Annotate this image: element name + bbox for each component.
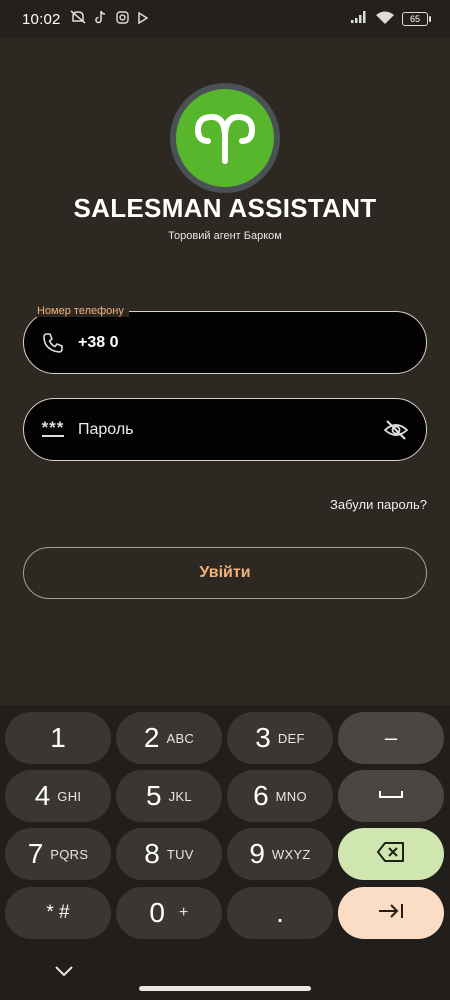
mute-icon xyxy=(70,10,86,28)
key-space[interactable] xyxy=(338,770,444,822)
play-icon xyxy=(137,11,148,28)
wifi-icon xyxy=(375,10,395,29)
tiktok-icon xyxy=(94,10,107,28)
battery-icon: 65 xyxy=(402,12,431,26)
key-dot[interactable]: . xyxy=(227,887,333,939)
app-title: SALESMAN ASSISTANT xyxy=(73,193,377,223)
backspace-icon xyxy=(376,841,406,868)
key-0[interactable]: 0 + xyxy=(116,887,222,939)
key-7[interactable]: 7 PQRS xyxy=(5,828,111,880)
app-subtitle: Торовий агент Барком xyxy=(168,230,282,242)
battery-level: 65 xyxy=(409,14,420,24)
key-2[interactable]: 2 ABC xyxy=(116,712,222,764)
phone-input[interactable] xyxy=(78,333,410,352)
status-bar: 10:02 65 xyxy=(0,0,450,38)
key-backspace[interactable] xyxy=(338,828,444,880)
key-3[interactable]: 3 DEF xyxy=(227,712,333,764)
eye-off-icon[interactable] xyxy=(382,416,410,444)
instagram-icon xyxy=(115,10,129,28)
key-6[interactable]: 6 MNO xyxy=(227,770,333,822)
app-logo xyxy=(170,83,280,193)
key-star-hash[interactable]: * # xyxy=(5,887,111,939)
login-button[interactable]: Увійти xyxy=(23,547,427,599)
key-minus[interactable]: – xyxy=(338,712,444,764)
next-icon xyxy=(377,902,405,925)
password-dots: *** xyxy=(41,418,65,437)
key-next[interactable] xyxy=(338,887,444,939)
password-icon: *** xyxy=(40,417,66,443)
key-9[interactable]: 9 WXYZ xyxy=(227,828,333,880)
signal-icon xyxy=(350,10,368,28)
key-8[interactable]: 8 TUV xyxy=(116,828,222,880)
phone-field[interactable] xyxy=(23,311,427,374)
aries-logo-icon xyxy=(176,89,274,187)
chevron-down-icon[interactable] xyxy=(52,962,76,980)
password-input[interactable]: Пароль xyxy=(78,421,382,439)
space-icon xyxy=(378,787,404,805)
status-right: 65 xyxy=(350,10,431,29)
status-time: 10:02 xyxy=(22,10,61,28)
phone-label: Номер телефону xyxy=(32,305,129,317)
status-left: 10:02 xyxy=(22,10,148,28)
key-5[interactable]: 5 JKL xyxy=(116,770,222,822)
password-field[interactable]: *** Пароль xyxy=(23,398,427,461)
forgot-password-link[interactable]: Забули пароль? xyxy=(330,497,427,512)
home-indicator[interactable] xyxy=(139,986,311,991)
phone-icon xyxy=(40,330,66,356)
key-4[interactable]: 4 GHI xyxy=(5,770,111,822)
key-1[interactable]: 1 xyxy=(5,712,111,764)
